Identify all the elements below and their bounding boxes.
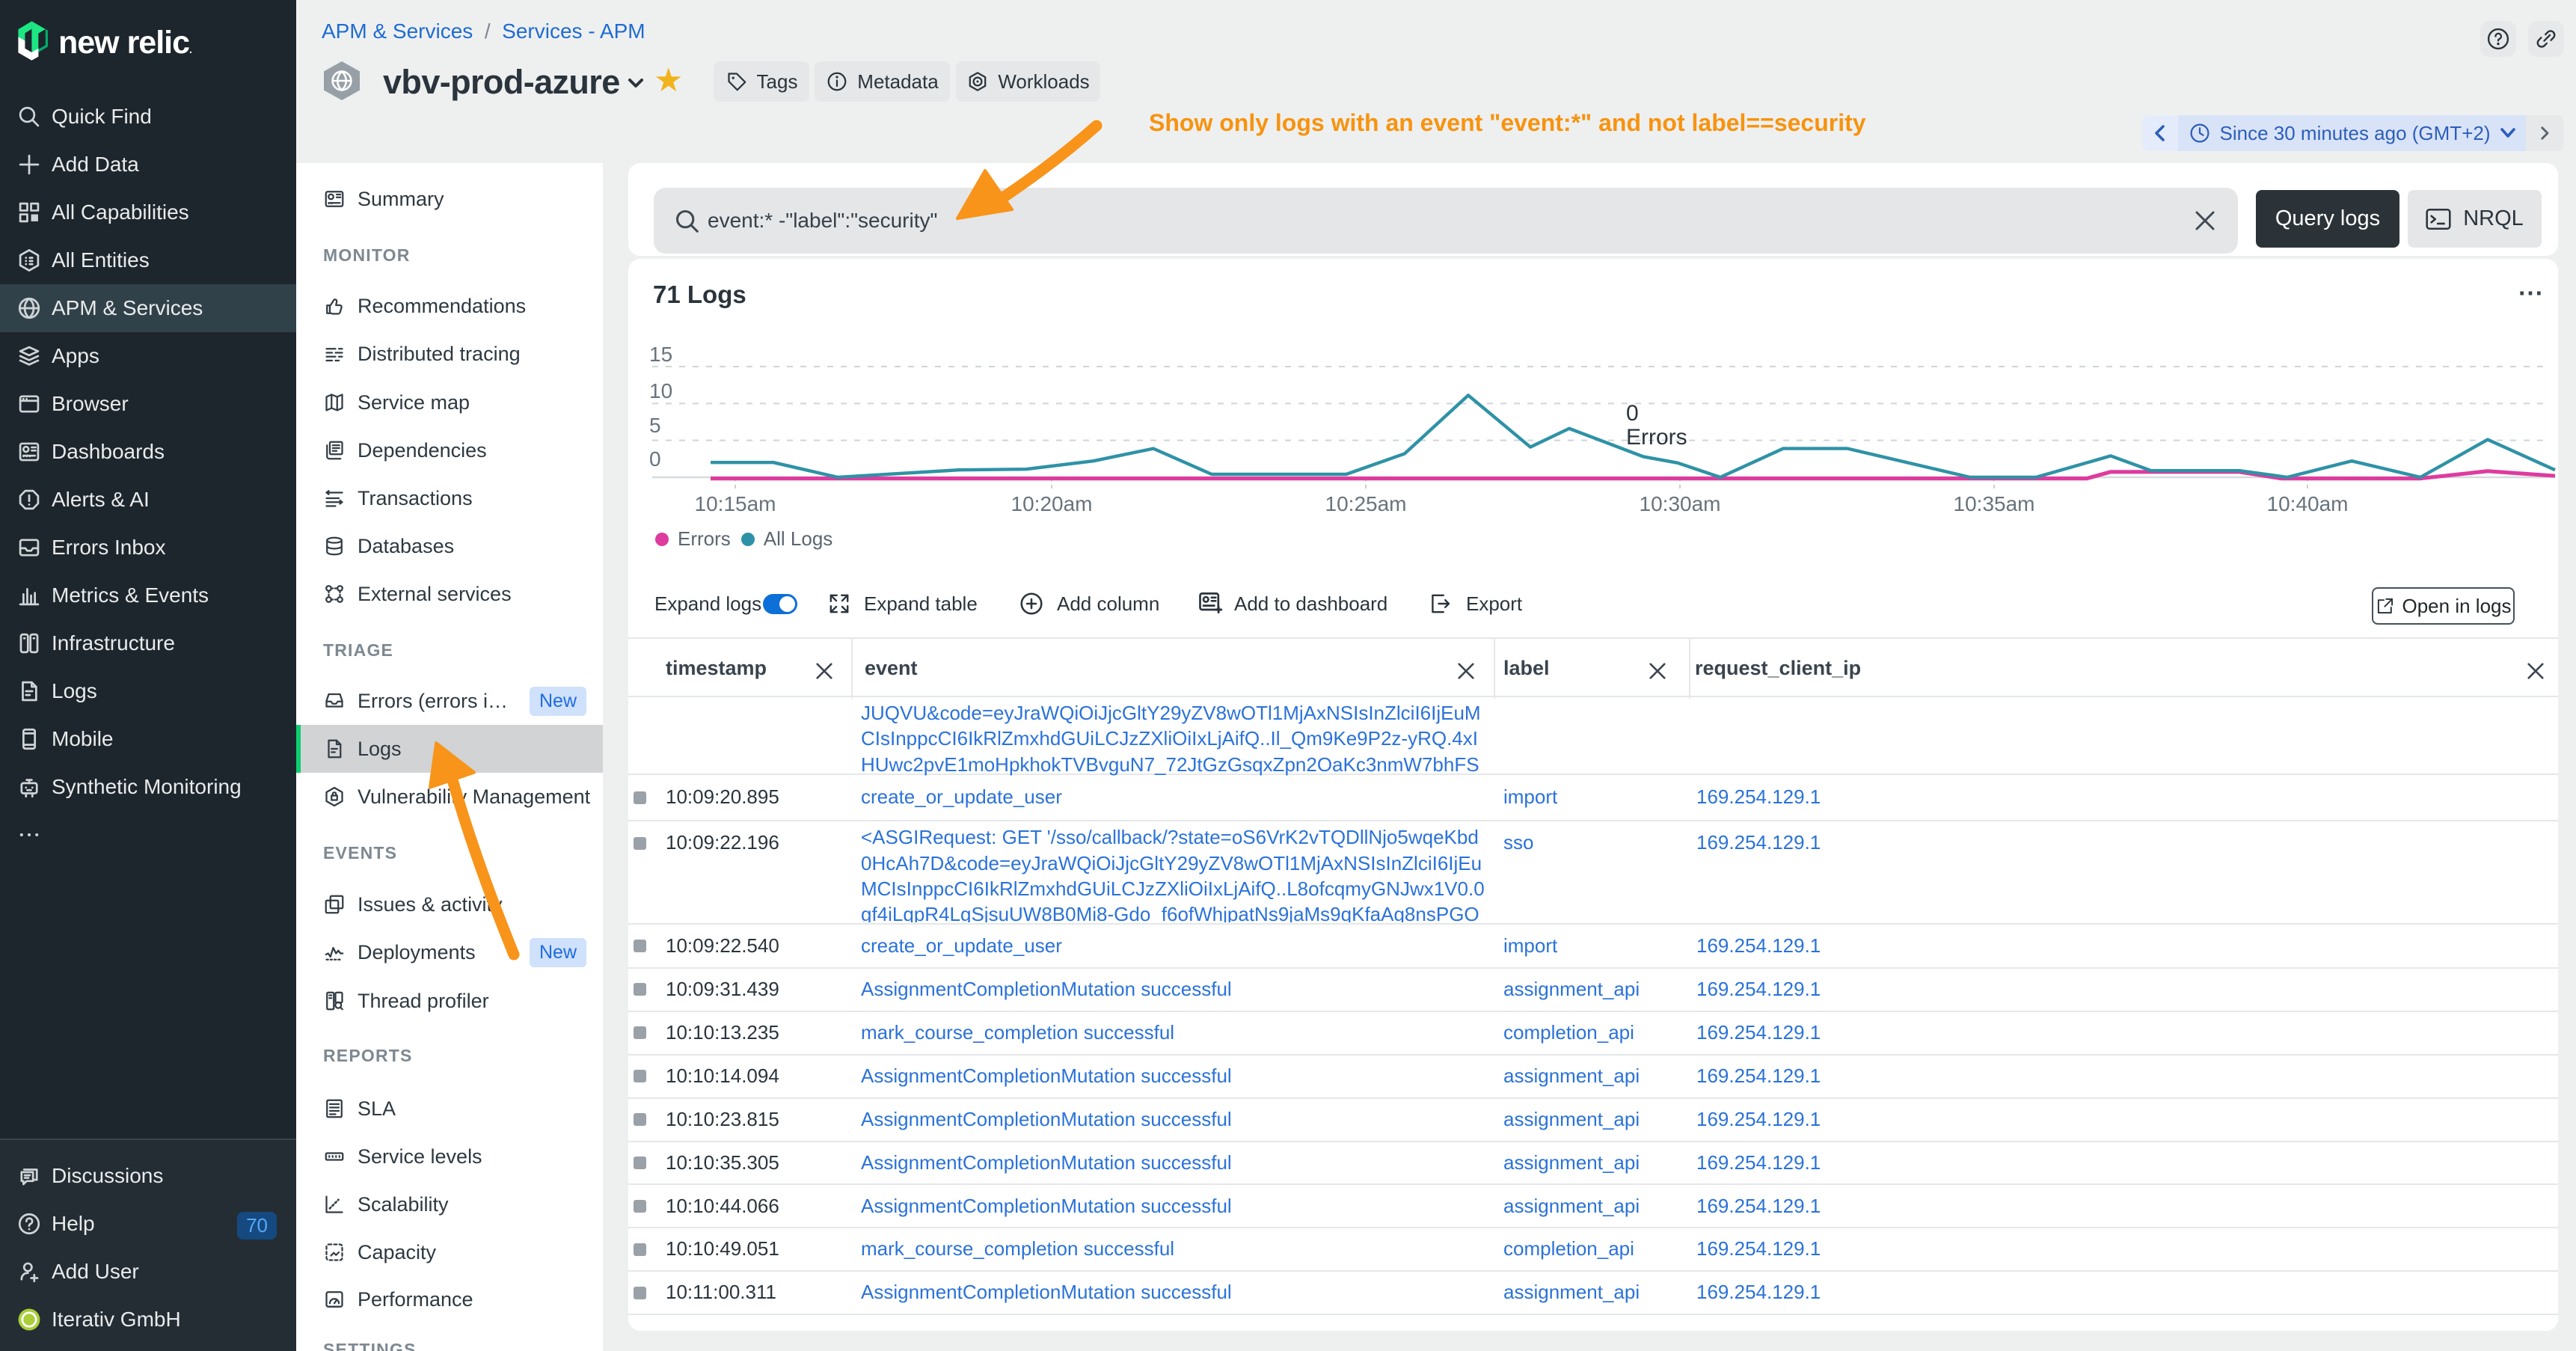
svg-text:5: 5 xyxy=(649,414,661,437)
svg-text:10:25am: 10:25am xyxy=(1325,492,1407,515)
svg-text:0: 0 xyxy=(1626,401,1639,426)
svg-text:15: 15 xyxy=(649,343,672,366)
svg-text:10:20am: 10:20am xyxy=(1011,492,1093,515)
svg-text:10: 10 xyxy=(649,379,672,402)
svg-text:0: 0 xyxy=(649,447,661,471)
svg-text:10:15am: 10:15am xyxy=(695,492,776,515)
svg-text:10:35am: 10:35am xyxy=(1954,492,2035,515)
svg-text:10:30am: 10:30am xyxy=(1640,492,1721,515)
svg-text:new relic.: new relic. xyxy=(58,25,191,61)
svg-text:Errors: Errors xyxy=(1626,425,1687,450)
svg-text:10:40am: 10:40am xyxy=(2267,492,2349,515)
